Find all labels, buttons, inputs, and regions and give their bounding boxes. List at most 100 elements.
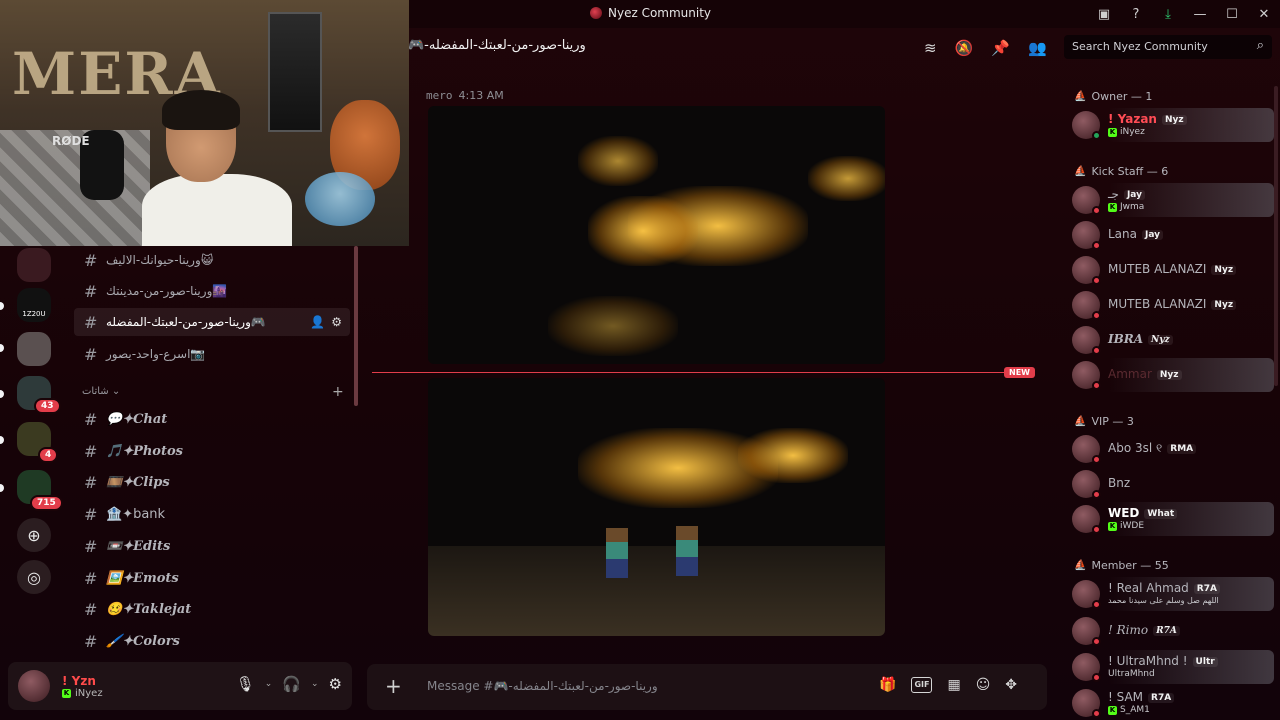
hash-icon: # bbox=[84, 631, 98, 651]
minecraft-player bbox=[676, 526, 698, 576]
hash-icon: # bbox=[84, 568, 98, 588]
status-dot bbox=[1092, 206, 1101, 215]
fish-bowl bbox=[305, 172, 375, 226]
server-tag: Nyz bbox=[1156, 370, 1182, 380]
channel-photos[interactable]: # 🎵✦Photos bbox=[74, 437, 350, 465]
server-logo-icon bbox=[590, 7, 602, 19]
channel-edits[interactable]: # 📼✦Edits bbox=[74, 532, 350, 560]
member-item[interactable]: IBRA Nyz bbox=[1068, 323, 1274, 357]
hash-icon: # bbox=[84, 599, 98, 619]
discover-button[interactable]: ◎ bbox=[17, 560, 51, 594]
status-dot bbox=[1092, 276, 1101, 285]
apps-icon[interactable]: ✥ bbox=[1005, 677, 1017, 693]
channel-item[interactable]: # 😺ورينا-حيوانك-الاليف bbox=[74, 246, 350, 274]
message-composer[interactable]: + Message #🎮-ورينا-صور-من-لعبتك-المفضله … bbox=[367, 664, 1047, 710]
add-server-button[interactable]: ⊕ bbox=[17, 518, 51, 552]
member-item[interactable]: ! Real Ahmad R7A اللهم صل وسلم على سيدنا … bbox=[1068, 577, 1274, 611]
threads-icon[interactable]: ≋ bbox=[924, 39, 937, 57]
hash-icon: # bbox=[84, 441, 98, 461]
sticker-icon[interactable]: ▦ bbox=[947, 677, 960, 693]
headphones-icon[interactable]: 🎧 bbox=[282, 675, 301, 693]
member-scrollbar[interactable] bbox=[1274, 86, 1278, 386]
member-item[interactable]: WED What KiWDE bbox=[1068, 502, 1274, 536]
pin-icon[interactable]: 📌 bbox=[991, 39, 1010, 57]
status-dot bbox=[1092, 637, 1101, 646]
status-dot bbox=[1092, 311, 1101, 320]
inbox-icon[interactable]: ▣ bbox=[1088, 7, 1120, 22]
minimize-button[interactable]: — bbox=[1184, 7, 1216, 22]
hash-icon: # bbox=[84, 409, 98, 429]
message-image[interactable] bbox=[428, 106, 885, 364]
channel-colors[interactable]: # 🖌️✦Colors bbox=[74, 627, 350, 655]
user-display-name: ! Yzn bbox=[62, 673, 96, 688]
member-item[interactable]: Abo 3sl ୧ RMA bbox=[1068, 432, 1274, 466]
emoji-icon[interactable]: ☺ bbox=[976, 677, 991, 693]
server-tag: Jay bbox=[1142, 230, 1164, 240]
server-icon[interactable] bbox=[17, 332, 51, 366]
hash-icon: # bbox=[84, 344, 98, 364]
message-timestamp: 4:13 AM bbox=[458, 89, 504, 102]
server-tag: Jay bbox=[1123, 190, 1145, 200]
member-item[interactable]: ! Rimo R7A bbox=[1068, 614, 1274, 648]
members-icon[interactable]: 👥 bbox=[1028, 39, 1047, 57]
status-dot bbox=[1092, 525, 1101, 534]
channel-clips[interactable]: # 🎞️✦Clips bbox=[74, 468, 350, 496]
channel-bank[interactable]: # 🏦✦bank bbox=[74, 500, 350, 528]
avatar[interactable] bbox=[18, 670, 50, 702]
kick-icon: K bbox=[1108, 127, 1117, 137]
gift-icon[interactable]: 🎁 bbox=[879, 677, 896, 693]
channel-item[interactable]: # 📷اسرع-واحد-يصور bbox=[74, 340, 350, 368]
invite-icon[interactable]: 👤 bbox=[310, 315, 325, 329]
server-rail: 1Z20U 43 4 715 ⊕ ◎ bbox=[0, 246, 68, 720]
category-header[interactable]: شاتات ⌄ bbox=[82, 386, 120, 397]
download-icon[interactable]: ⤓ bbox=[1152, 7, 1184, 22]
mention-badge: 4 bbox=[38, 447, 59, 463]
server-tag: Nyz bbox=[1148, 335, 1173, 345]
gear-icon[interactable]: ⚙ bbox=[331, 315, 342, 329]
mic-brand: RØDE bbox=[52, 134, 90, 148]
message-author[interactable]: mero bbox=[426, 89, 453, 102]
server-icon[interactable] bbox=[17, 248, 51, 282]
channel-emots[interactable]: # 🖼️✦Emots bbox=[74, 564, 350, 592]
message-input[interactable]: Message #🎮-ورينا-صور-من-لعبتك-المفضله bbox=[427, 679, 658, 693]
server-icon[interactable]: 1Z20U bbox=[17, 288, 51, 322]
message-image[interactable] bbox=[428, 378, 885, 636]
search-input[interactable]: Search Nyez Community ⌕ bbox=[1064, 35, 1272, 59]
channel-chat[interactable]: # 💬✦Chat bbox=[74, 405, 350, 433]
mute-bell-icon[interactable]: 🔕 bbox=[955, 39, 974, 57]
member-item[interactable]: Lana Jay bbox=[1068, 218, 1274, 252]
unread-pill bbox=[0, 344, 4, 352]
channel-item-active[interactable]: # 🎮ورينا-صور-من-لعبتك-المفضله 👤 ⚙ bbox=[74, 308, 350, 336]
member-item[interactable]: Bnz bbox=[1068, 467, 1274, 501]
member-item[interactable]: ! Yazan Nyz KiNyez bbox=[1068, 108, 1274, 142]
chevron-down-icon[interactable]: ⌄ bbox=[311, 679, 319, 689]
help-icon[interactable]: ? bbox=[1120, 7, 1152, 22]
unread-pill bbox=[0, 436, 4, 444]
status-dot bbox=[1092, 673, 1101, 682]
streamer bbox=[142, 90, 312, 246]
add-channel-icon[interactable]: + bbox=[332, 384, 344, 400]
hash-icon: # bbox=[84, 281, 98, 301]
status-dot bbox=[1092, 381, 1101, 390]
gif-icon[interactable]: GIF bbox=[911, 677, 933, 693]
microphone-icon[interactable]: 🎙 bbox=[236, 675, 255, 693]
hash-icon: # bbox=[84, 536, 98, 556]
unread-pill bbox=[0, 302, 4, 310]
channel-item[interactable]: # 🌆ورينا-صور-من-مدينتك bbox=[74, 277, 350, 305]
member-item[interactable]: MUTEB ALANAZI Nyz bbox=[1068, 288, 1274, 322]
maximize-button[interactable]: ☐ bbox=[1216, 7, 1248, 22]
member-item[interactable]: جـ Jay K Jwma bbox=[1068, 183, 1274, 217]
member-item[interactable]: ! UltraMhnd ! Ultr UltraMhnd bbox=[1068, 650, 1274, 684]
plus-icon: ⊕ bbox=[27, 525, 41, 545]
settings-gear-icon[interactable]: ⚙ bbox=[329, 675, 342, 693]
mention-badge: 43 bbox=[34, 398, 61, 414]
close-button[interactable]: ✕ bbox=[1248, 7, 1280, 22]
channel-taklejat[interactable]: # 🥴✦Taklejat bbox=[74, 595, 350, 623]
member-item[interactable]: ! SAM R7A K S_AM1 bbox=[1068, 686, 1274, 720]
member-item[interactable]: MUTEB ALANAZI Nyz bbox=[1068, 253, 1274, 287]
status-dot bbox=[1092, 346, 1101, 355]
member-item[interactable]: Ammar Nyz bbox=[1068, 358, 1274, 392]
chevron-down-icon[interactable]: ⌄ bbox=[265, 679, 273, 689]
channel-scrollbar[interactable] bbox=[354, 246, 358, 406]
attach-plus-icon[interactable]: + bbox=[385, 674, 402, 698]
